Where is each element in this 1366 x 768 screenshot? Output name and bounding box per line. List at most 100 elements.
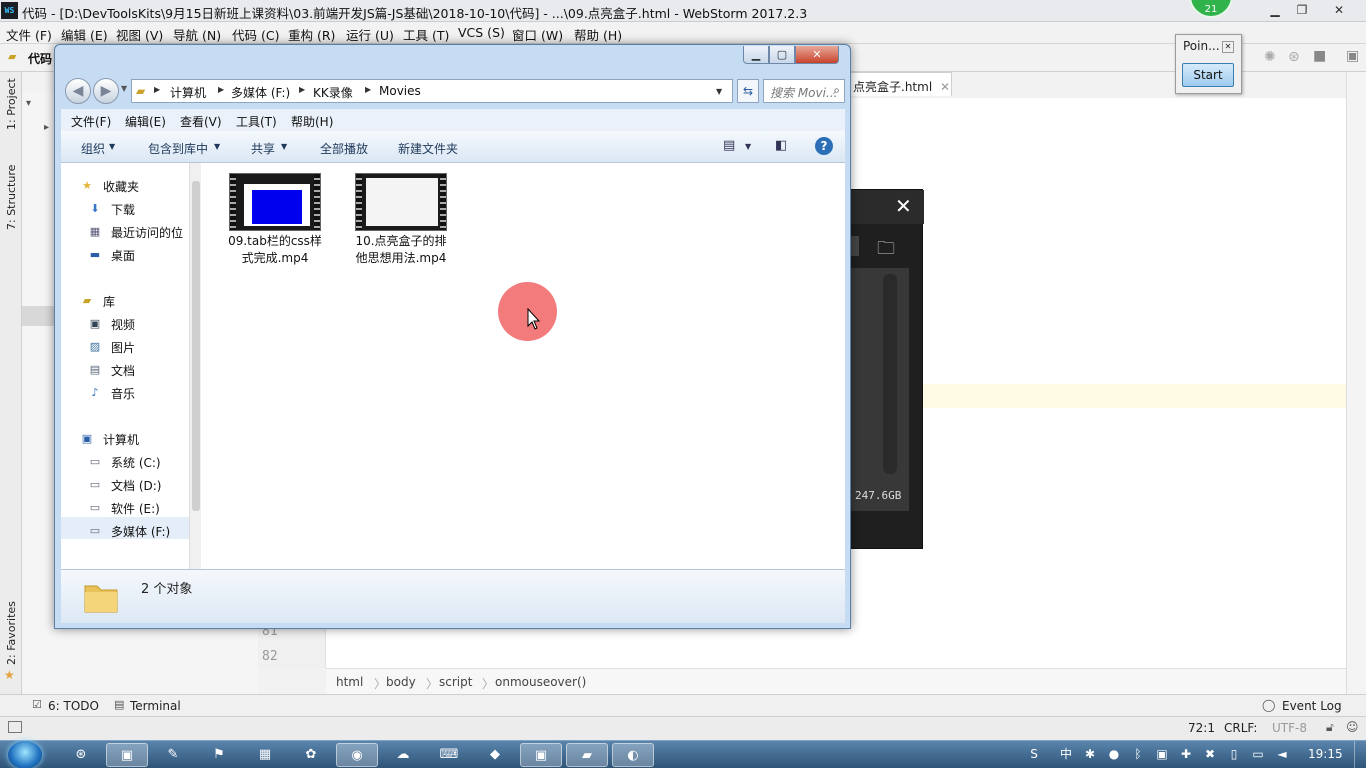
maximize-button[interactable]: ❐: [1289, 2, 1315, 19]
explorer-menu-tools[interactable]: 工具(T): [236, 113, 277, 130]
recorder-scrollbar[interactable]: [883, 274, 897, 474]
event-log-tab[interactable]: Event Log: [1282, 699, 1342, 713]
language-icon[interactable]: 中: [1058, 746, 1074, 762]
explorer-close-button[interactable]: ✕: [795, 46, 839, 64]
menu-window[interactable]: 窗口 (W): [512, 25, 563, 44]
address-segment[interactable]: KK录像: [313, 84, 353, 101]
volume-icon[interactable]: ◄: [1274, 746, 1290, 762]
recorder-taskbar-icon[interactable]: ◐: [612, 743, 654, 767]
file-item[interactable]: 10.点亮盒子的排 他思想用法.mp4: [349, 173, 453, 269]
taskbar-app-icon[interactable]: ✎: [152, 743, 194, 767]
tray-icon[interactable]: ✱: [1082, 746, 1098, 762]
menu-edit[interactable]: 编辑 (E): [61, 25, 108, 44]
bluetooth-icon[interactable]: ᛒ: [1130, 746, 1146, 762]
close-button[interactable]: ✕: [1326, 2, 1352, 19]
favorites-tool-window-tab[interactable]: 2: Favorites: [5, 601, 18, 665]
minimize-button[interactable]: ▁: [1262, 2, 1288, 19]
structure-tool-window-tab[interactable]: 7: Structure: [5, 165, 18, 230]
caret-position[interactable]: 72:1: [1188, 721, 1215, 735]
project-root-breadcrumb[interactable]: 代码: [28, 50, 52, 67]
breadcrumb-arrow-icon[interactable]: ▶: [218, 85, 224, 94]
file-encoding[interactable]: UTF-8: [1272, 721, 1307, 735]
explorer-taskbar-icon[interactable]: ▰: [566, 743, 608, 767]
taskbar-app-icon[interactable]: ▣: [106, 743, 148, 767]
project-tool-window-tab[interactable]: 1: Project: [5, 78, 18, 130]
new-folder-button[interactable]: 新建文件夹: [398, 140, 458, 157]
explorer-menu-file[interactable]: 文件(F): [71, 113, 111, 130]
selected-tree-row[interactable]: [22, 306, 56, 326]
debug-icon[interactable]: ✺: [1264, 49, 1276, 65]
tray-icon[interactable]: ●: [1106, 746, 1122, 762]
include-in-library-button[interactable]: 包含到库中: [148, 140, 208, 157]
clock[interactable]: 19:15: [1308, 747, 1343, 761]
stop-icon[interactable]: ■: [1313, 48, 1326, 64]
chrome-icon[interactable]: ◉: [336, 743, 378, 767]
network-icon[interactable]: ▭: [1250, 746, 1266, 762]
popup-close-icon[interactable]: ✕: [1222, 41, 1234, 53]
address-bar[interactable]: ▰ ▶ 计算机 ▶ 多媒体 (F:) ▶ KK录像 ▶ Movies ▼: [131, 79, 733, 103]
file-list[interactable]: 09.tab栏的css样 式完成.mp4 10.点亮盒子的排 他思想用法.mp4: [201, 163, 845, 569]
menu-code[interactable]: 代码 (C): [232, 25, 279, 44]
close-icon[interactable]: ✕: [895, 196, 912, 216]
input-method-icon[interactable]: S: [1026, 746, 1042, 762]
tray-icon[interactable]: ▯: [1226, 746, 1242, 762]
breadcrumb-script[interactable]: script: [439, 675, 472, 689]
menu-help[interactable]: 帮助 (H): [574, 25, 622, 44]
search-everywhere-icon[interactable]: ▣: [1346, 48, 1359, 64]
taskbar-app-icon[interactable]: ⌨: [428, 743, 470, 767]
breadcrumb-html[interactable]: html: [336, 675, 363, 689]
share-button[interactable]: 共享: [251, 140, 275, 157]
change-view-icon[interactable]: ▤: [723, 138, 735, 153]
breadcrumb-arrow-icon[interactable]: ▶: [365, 85, 371, 94]
menu-vcs[interactable]: VCS (S): [458, 25, 505, 40]
address-segment[interactable]: Movies: [379, 84, 421, 98]
address-segment[interactable]: 计算机: [170, 84, 206, 101]
line-separator[interactable]: CRLF:: [1224, 721, 1257, 735]
help-icon[interactable]: ?: [815, 137, 833, 155]
explorer-menu-view[interactable]: 查看(V): [180, 113, 222, 130]
lock-icon[interactable]: 🔓︎: [1326, 720, 1334, 735]
tray-icon[interactable]: ✚: [1178, 746, 1194, 762]
back-button[interactable]: ◀: [65, 78, 91, 104]
refresh-button[interactable]: ⇆: [737, 79, 759, 103]
forward-button[interactable]: ▶: [93, 78, 119, 104]
scrollbar-thumb[interactable]: [192, 181, 200, 511]
tool-windows-toggle-icon[interactable]: [8, 721, 22, 733]
menu-tools[interactable]: 工具 (T): [403, 25, 449, 44]
menu-run[interactable]: 运行 (U): [346, 25, 394, 44]
breadcrumb-function[interactable]: onmouseover(): [495, 675, 586, 689]
recent-pages-icon[interactable]: ▼: [121, 84, 127, 93]
menu-navigate[interactable]: 导航 (N): [173, 25, 221, 44]
file-item[interactable]: 09.tab栏的css样 式完成.mp4: [223, 173, 327, 269]
explorer-menu-help[interactable]: 帮助(H): [291, 113, 333, 130]
taskbar-app-icon[interactable]: ⊛: [60, 743, 102, 767]
chevron-right-icon[interactable]: ▸: [44, 122, 49, 133]
preview-pane-icon[interactable]: ◧: [775, 138, 787, 153]
editor-tab[interactable]: 点亮盒子.html ✕: [848, 72, 952, 96]
webstorm-taskbar-icon[interactable]: ▣: [520, 743, 562, 767]
taskbar-app-icon[interactable]: ☁: [382, 743, 424, 767]
terminal-tab[interactable]: Terminal: [130, 699, 181, 713]
breadcrumb-body[interactable]: body: [386, 675, 416, 689]
taskbar-app-icon[interactable]: ◆: [474, 743, 516, 767]
chevron-down-icon[interactable]: ▾: [26, 98, 31, 109]
todo-tab[interactable]: 6: TODO: [48, 699, 99, 713]
tray-icon[interactable]: ▣: [1154, 746, 1170, 762]
show-desktop-button[interactable]: [1354, 741, 1366, 768]
menu-file[interactable]: 文件 (F): [6, 25, 52, 44]
taskbar-app-icon[interactable]: ✿: [290, 743, 332, 767]
explorer-minimize-button[interactable]: ▁: [743, 46, 769, 64]
explorer-menu-edit[interactable]: 编辑(E): [125, 113, 166, 130]
inspector-icon[interactable]: ☺︎: [1346, 720, 1359, 734]
search-input[interactable]: 搜索 Movi... ⌕: [763, 79, 845, 103]
organize-button[interactable]: 组织: [81, 140, 105, 157]
menu-view[interactable]: 视图 (V): [116, 25, 163, 44]
breadcrumb-arrow-icon[interactable]: ▶: [154, 85, 160, 94]
close-tab-icon[interactable]: ✕: [940, 80, 950, 94]
folder-open-icon[interactable]: 🗀︎: [877, 236, 895, 266]
start-button[interactable]: [8, 741, 42, 768]
menu-refactor[interactable]: 重构 (R): [288, 25, 335, 44]
navigation-scrollbar[interactable]: [189, 163, 201, 569]
play-all-button[interactable]: 全部播放: [320, 140, 368, 157]
taskbar-app-icon[interactable]: ⚑: [198, 743, 240, 767]
